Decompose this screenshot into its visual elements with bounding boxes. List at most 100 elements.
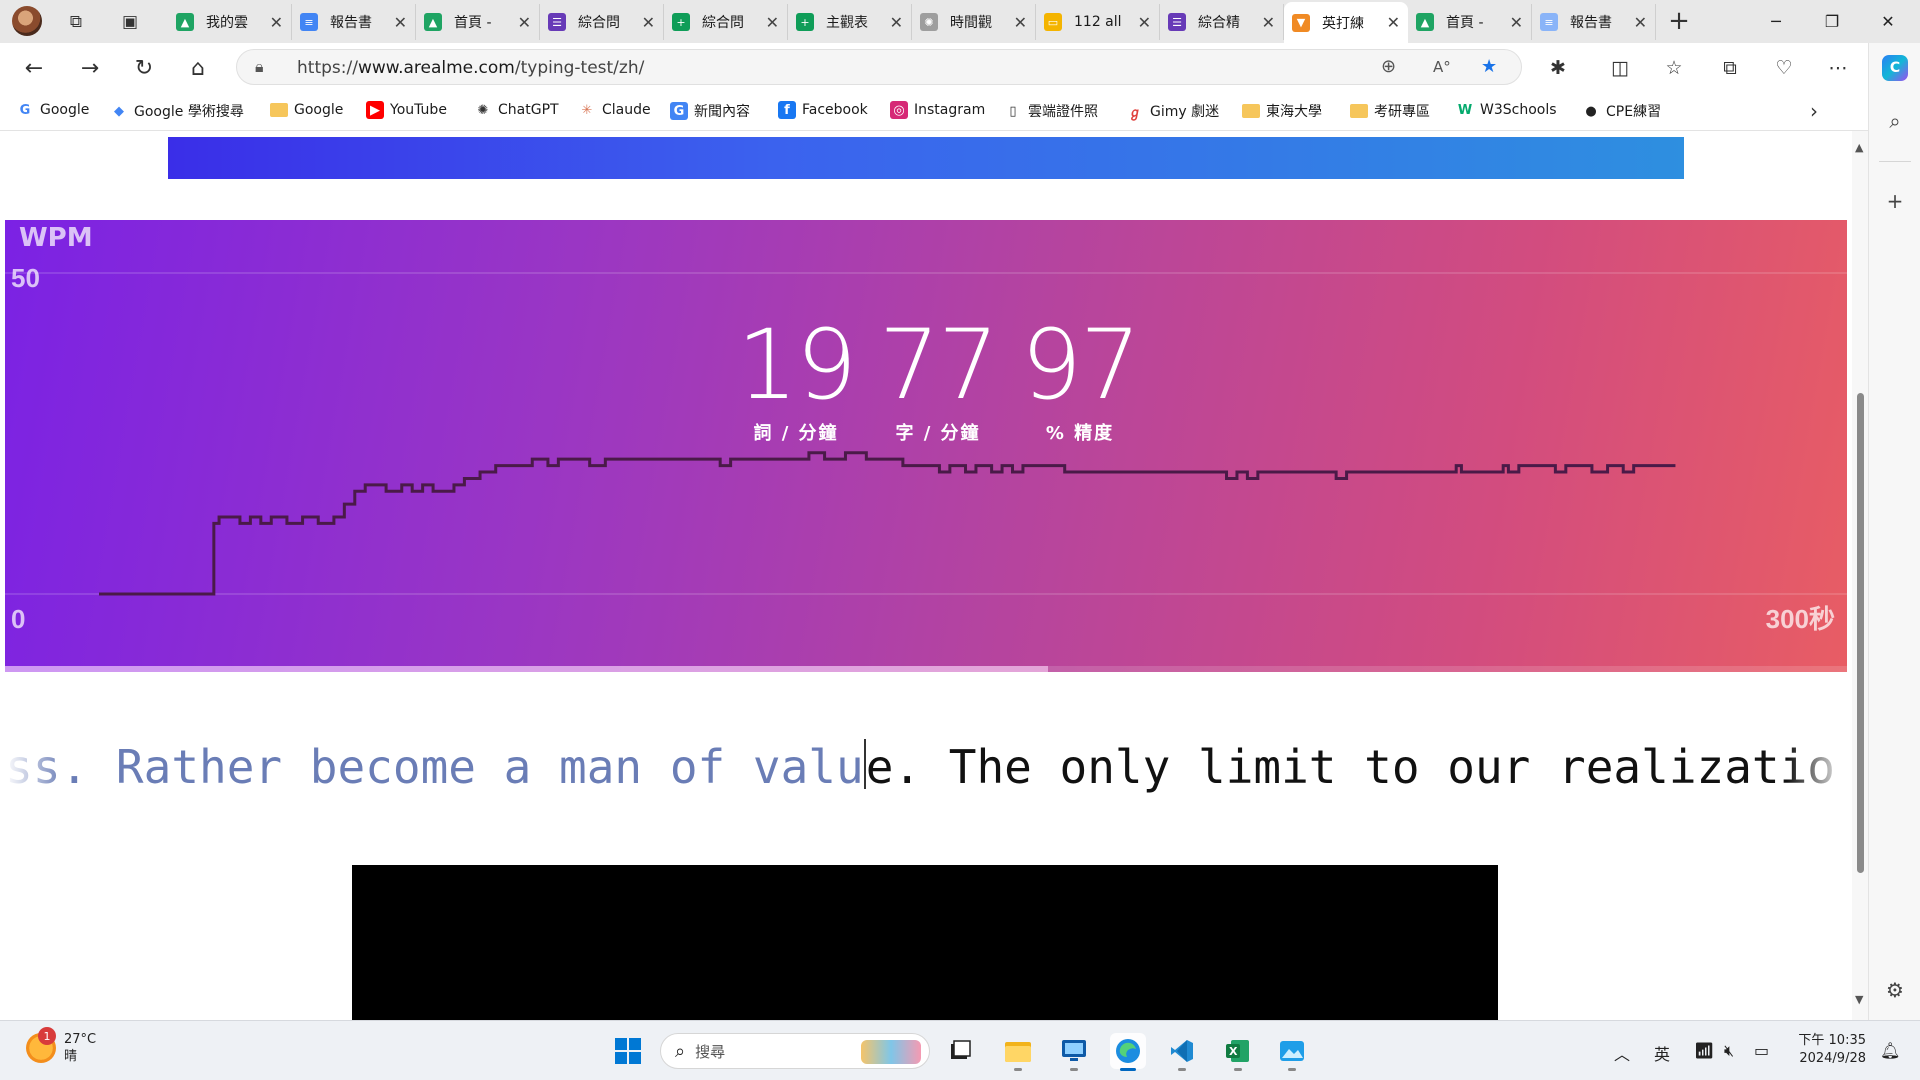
browser-tab[interactable]: ≡ 報告書 ✕ — [1532, 4, 1656, 40]
tab-label: 我的雲 — [206, 15, 248, 31]
close-tab-icon[interactable]: ✕ — [518, 13, 531, 32]
time-progress-bar — [5, 666, 1847, 672]
url-text[interactable]: https://www.arealme.com/typing-test/zh/ — [297, 58, 644, 78]
browser-tab[interactable]: + 綜合問 ✕ — [664, 4, 788, 40]
browser-tab[interactable]: ✺ 時間觀 ✕ — [912, 4, 1036, 40]
taskbar-search-box[interactable]: ⌕ 搜尋 — [660, 1033, 930, 1069]
google-docs-icon: ≡ — [1540, 13, 1558, 31]
video-ad-frame[interactable] — [352, 865, 1498, 1020]
system-clock[interactable]: 下午 10:35 2024/9/28 — [1796, 1032, 1866, 1068]
windows-start-icon[interactable] — [610, 1033, 646, 1069]
fade-left — [5, 739, 65, 799]
temperature: 27°C — [64, 1032, 97, 1047]
browser-tab[interactable]: ☰ 綜合問 ✕ — [540, 4, 664, 40]
browser-tab[interactable]: ▲ 首頁 - ✕ — [416, 4, 540, 40]
bookmark-item[interactable]: ◎ Instagram — [890, 101, 985, 119]
close-tab-icon[interactable]: ✕ — [1014, 13, 1027, 32]
ad-banner[interactable] — [168, 137, 1684, 179]
forward-arrow-icon[interactable]: → — [74, 52, 106, 84]
bookmark-item[interactable]: Google — [270, 101, 343, 119]
bookmark-item[interactable]: ✳ Claude — [578, 101, 651, 119]
bookmark-item[interactable]: ◆ Google 學術搜尋 — [110, 101, 244, 121]
scroll-up-arrow-icon[interactable]: ▲ — [1855, 141, 1863, 154]
task-view-icon[interactable] — [942, 1033, 978, 1069]
performance-icon[interactable]: ♡ — [1768, 52, 1800, 84]
bookmark-item[interactable]: ▯ 雲端證件照 — [1004, 101, 1098, 121]
minimize-button[interactable]: ─ — [1752, 6, 1800, 36]
gear-icon[interactable]: ⚙ — [1883, 978, 1907, 1002]
profile-avatar[interactable] — [12, 6, 42, 36]
bookmark-item[interactable]: 考研專區 — [1350, 101, 1430, 121]
close-tab-icon[interactable]: ✕ — [890, 13, 903, 32]
browser-tab[interactable]: ≡ 報告書 ✕ — [292, 4, 416, 40]
bookmark-item[interactable]: G Google — [16, 101, 90, 119]
copilot-icon[interactable]: C — [1882, 55, 1908, 81]
address-bar[interactable]: 🔒︎ https://www.arealme.com/typing-test/z… — [236, 49, 1522, 85]
bookmark-item[interactable]: ℊ Gimy 劇迷 — [1126, 101, 1219, 121]
scrollbar-thumb[interactable] — [1857, 393, 1864, 873]
notification-bell-icon[interactable]: 🔔︎ — [1880, 1041, 1900, 1060]
photos-app-icon[interactable] — [1274, 1033, 1310, 1071]
tab-actions-icon[interactable]: ▣ — [116, 8, 144, 36]
vertical-scrollbar[interactable]: ▲ ▼ — [1852, 131, 1868, 1020]
remote-desktop-icon[interactable] — [1056, 1033, 1092, 1071]
close-tab-icon[interactable]: ✕ — [642, 13, 655, 32]
close-tab-icon[interactable]: ✕ — [1387, 13, 1400, 32]
speaker-muted-icon[interactable]: 🔇︎ — [1724, 1041, 1734, 1061]
new-tab-button[interactable]: + — [1664, 6, 1694, 36]
zoom-icon[interactable]: ⊕ — [1381, 56, 1396, 77]
excel-icon[interactable]: X — [1220, 1033, 1256, 1071]
battery-icon[interactable]: ▭ — [1754, 1041, 1769, 1060]
edge-browser-icon[interactable] — [1110, 1033, 1146, 1071]
browser-tab[interactable]: ▲ 我的雲 ✕ — [168, 4, 292, 40]
browser-tab[interactable]: ▲ 首頁 - ✕ — [1408, 4, 1532, 40]
close-window-button[interactable]: ✕ — [1864, 6, 1912, 36]
more-menu-icon[interactable]: ⋯ — [1822, 52, 1854, 84]
lock-icon[interactable]: 🔒︎ — [255, 57, 264, 77]
bookmark-item[interactable]: G 新聞內容 — [670, 101, 750, 121]
add-icon[interactable]: + — [1883, 189, 1907, 213]
running-indicator — [1014, 1068, 1022, 1071]
scroll-down-arrow-icon[interactable]: ▼ — [1855, 993, 1863, 1006]
url-host: www.arealme.com — [357, 58, 515, 78]
read-aloud-icon[interactable]: A° — [1433, 58, 1451, 76]
home-icon[interactable]: ⌂ — [182, 52, 214, 84]
typing-text-area[interactable]: uccess. Rather become a man of value. Th… — [5, 739, 1847, 799]
bookmark-item[interactable]: ✺ ChatGPT — [474, 101, 559, 119]
close-tab-icon[interactable]: ✕ — [270, 13, 283, 32]
chevron-up-icon[interactable]: ︿ — [1614, 1041, 1630, 1065]
close-tab-icon[interactable]: ✕ — [1510, 13, 1523, 32]
ime-indicator[interactable]: 英 — [1654, 1041, 1670, 1065]
back-arrow-icon[interactable]: ← — [18, 52, 50, 84]
file-explorer-icon[interactable] — [1000, 1033, 1036, 1071]
bookmark-item[interactable]: f Facebook — [778, 101, 868, 119]
maximize-button[interactable]: ❐ — [1808, 6, 1856, 36]
favorite-star-icon[interactable]: ★ — [1481, 56, 1497, 77]
close-tab-icon[interactable]: ✕ — [1634, 13, 1647, 32]
bookmark-item[interactable]: 東海大學 — [1242, 101, 1322, 121]
google-drive-icon: ▲ — [424, 13, 442, 31]
extensions-icon[interactable]: ✱ — [1542, 52, 1574, 84]
browser-tab[interactable]: ▭ 112 all ✕ — [1036, 4, 1160, 40]
search-icon[interactable]: ⌕ — [1883, 109, 1907, 133]
browser-tab[interactable]: ☰ 綜合精 ✕ — [1160, 4, 1284, 40]
refresh-icon[interactable]: ↻ — [128, 52, 160, 84]
close-tab-icon[interactable]: ✕ — [766, 13, 779, 32]
browser-tab[interactable]: + 主觀表 ✕ — [788, 4, 912, 40]
close-tab-icon[interactable]: ✕ — [1262, 13, 1275, 32]
close-tab-icon[interactable]: ✕ — [394, 13, 407, 32]
split-screen-icon[interactable]: ◫ — [1604, 52, 1636, 84]
bookmark-item[interactable]: ● CPE練習 — [1582, 101, 1661, 121]
browser-tab[interactable]: ▼ 英打練 ✕ — [1284, 2, 1408, 43]
favorites-icon[interactable]: ☆ — [1658, 52, 1690, 84]
wifi-icon[interactable]: 📶︎ — [1694, 1041, 1714, 1060]
bookmark-item[interactable]: W W3Schools — [1456, 101, 1557, 119]
bookmark-item[interactable]: ▶ YouTube — [366, 101, 447, 119]
weather-widget[interactable]: 1 27°C 晴 — [26, 1027, 97, 1065]
workspaces-icon[interactable]: ⧉ — [62, 8, 90, 36]
chevron-right-icon[interactable]: › — [1810, 99, 1818, 123]
vscode-icon[interactable] — [1164, 1033, 1200, 1071]
bookmark-label: Google 學術搜尋 — [134, 104, 244, 120]
close-tab-icon[interactable]: ✕ — [1138, 13, 1151, 32]
collections-icon[interactable]: ⧉ — [1714, 52, 1746, 84]
